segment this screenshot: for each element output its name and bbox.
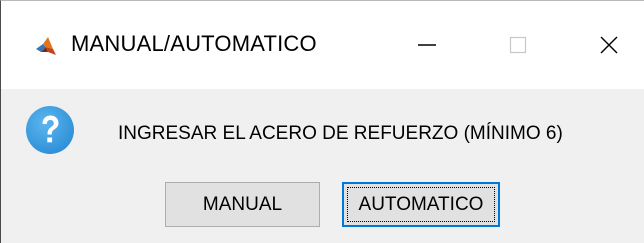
automatic-button[interactable]: AUTOMATICO	[342, 182, 500, 227]
maximize-icon	[509, 36, 527, 54]
window-title: MANUAL/AUTOMATICO	[71, 31, 317, 56]
title-bar[interactable]: MANUAL/AUTOMATICO	[1, 1, 644, 89]
question-icon	[25, 105, 75, 155]
dialog-body: INGRESAR EL ACERO DE REFUERZO (MÍNIMO 6)…	[1, 89, 644, 243]
minimize-icon	[418, 44, 436, 46]
minimize-button[interactable]	[405, 23, 449, 67]
manual-button[interactable]: MANUAL	[165, 182, 320, 227]
automatic-button-label: AUTOMATICO	[358, 193, 484, 215]
dialog-window: MANUAL/AUTOMATICO INGRESAR EL ACERO DE R…	[0, 0, 644, 243]
close-icon	[600, 36, 618, 54]
manual-button-label: MANUAL	[202, 193, 283, 215]
dialog-message: INGRESAR EL ACERO DE REFUERZO (MÍNIMO 6)	[118, 123, 563, 144]
close-button[interactable]	[587, 23, 631, 67]
matlab-icon	[35, 35, 57, 57]
maximize-button[interactable]	[496, 23, 540, 67]
